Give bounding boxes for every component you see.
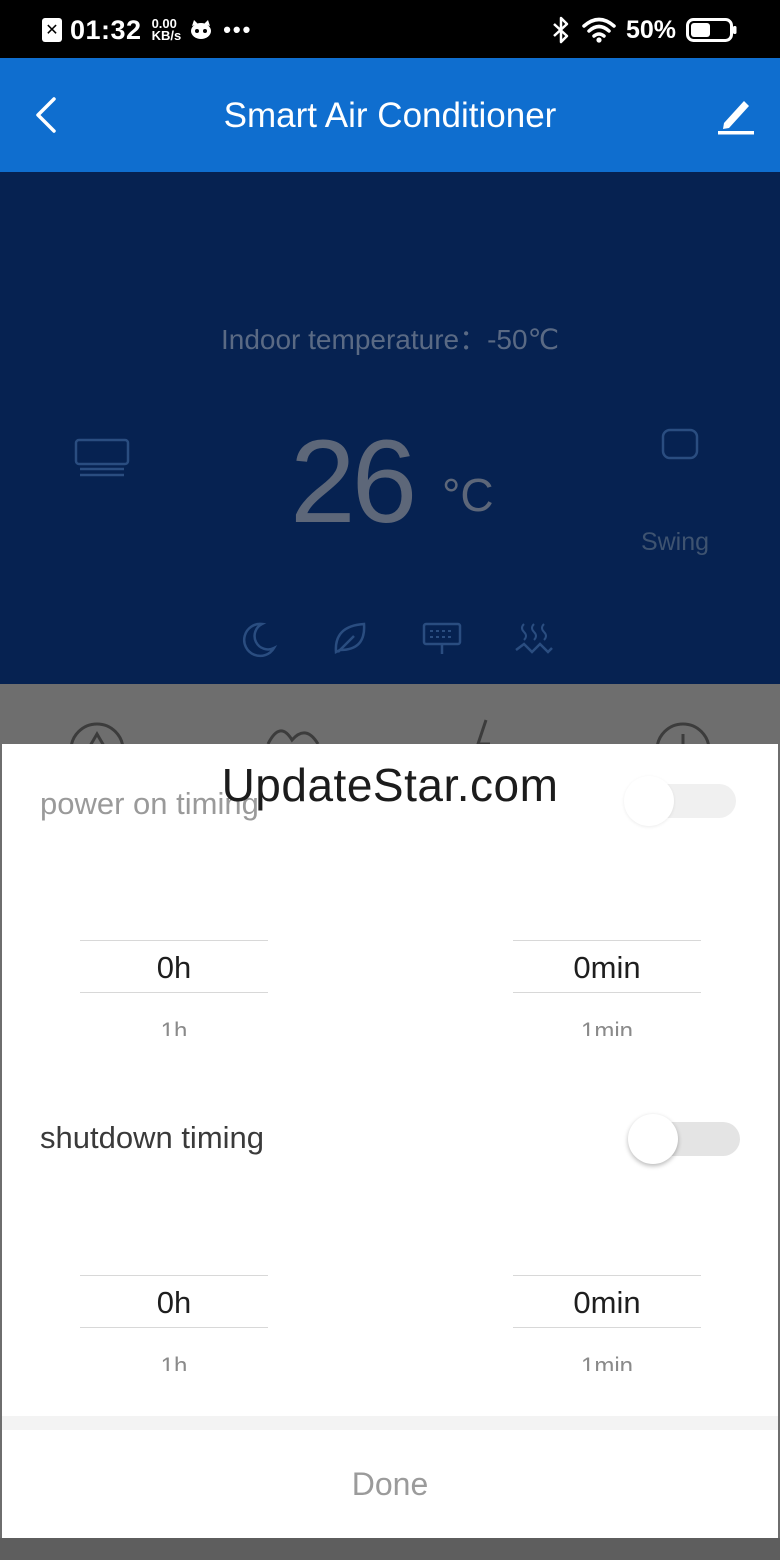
shutdown-hours-picker[interactable]: 0h 1h [80, 1275, 268, 1385]
picker-line-top [513, 1275, 701, 1276]
bluetooth-icon [553, 16, 569, 44]
picker-line-bottom [80, 992, 268, 993]
picker-next-value-clip: 1h [80, 1353, 268, 1371]
wifi-icon [582, 17, 616, 43]
toggle-knob [628, 1114, 678, 1164]
picker-next-value-clip: 1h [80, 1018, 268, 1036]
bottom-strip [0, 1538, 780, 1560]
battery-percent: 50% [625, 15, 676, 44]
indoor-temperature: Indoor temperature：-50℃ [220, 324, 560, 355]
network-speed-unit: KB/s [151, 28, 182, 43]
page-title: Smart Air Conditioner [223, 96, 557, 135]
power-on-minutes-picker[interactable]: 0min 1min [513, 940, 701, 1050]
moon-icon[interactable] [236, 618, 280, 660]
temperature-unit: °C [442, 469, 494, 521]
leaf-icon[interactable] [328, 618, 372, 660]
picker-line-bottom [513, 992, 701, 993]
picker-selected-value: 0h [156, 950, 192, 985]
battery-icon [686, 18, 737, 42]
edit-button[interactable] [714, 92, 758, 138]
partial-control-icons [70, 719, 710, 744]
function-icons-row [236, 618, 556, 660]
more-notifications-icon: ••• [223, 17, 253, 42]
toggle-knob [624, 776, 674, 826]
heat-icon[interactable] [512, 618, 556, 660]
picker-line-top [80, 1275, 268, 1276]
swing-label[interactable]: Swing [620, 528, 730, 557]
picker-selected-value: 0min [573, 1285, 641, 1320]
picker-next-value: 1h [160, 1018, 188, 1036]
picker-selected-value: 0h [156, 1285, 192, 1320]
picker-line-top [80, 940, 268, 941]
pencil-icon [718, 101, 754, 135]
app-bar: Smart Air Conditioner [0, 58, 780, 172]
mode-icon[interactable] [74, 438, 130, 478]
shutdown-timing-toggle[interactable] [628, 1114, 740, 1164]
done-button[interactable]: Done [2, 1430, 778, 1538]
picker-next-value: 1min [580, 1018, 634, 1036]
picker-line-top [513, 940, 701, 941]
swing-icon[interactable] [661, 428, 699, 460]
power-on-timing-toggle[interactable] [624, 776, 736, 826]
picker-line-bottom [80, 1327, 268, 1328]
target-temperature: 26 [290, 416, 417, 548]
app-notification-icon [191, 20, 212, 39]
picker-next-value-clip: 1min [513, 1353, 701, 1371]
shutdown-timing-label: shutdown timing [40, 1120, 265, 1155]
status-right: 50% [550, 12, 738, 48]
ac-control-panel: Indoor temperature：-50℃ 26 °C Swing [0, 172, 780, 684]
clock: 01:32 [70, 14, 142, 45]
shutdown-minutes-picker[interactable]: 0min 1min [513, 1275, 701, 1385]
sheet-divider [2, 1416, 778, 1430]
picker-line-bottom [513, 1327, 701, 1328]
network-speed: 0.00 KB/s [151, 17, 182, 43]
power-on-timing-label: power on timing [40, 786, 259, 821]
power-on-hours-picker[interactable]: 0h 1h [80, 940, 268, 1050]
picker-next-value: 1h [160, 1353, 188, 1371]
timing-sheet: power on timing 0h 1h 0min 1min shutdown… [2, 744, 778, 1538]
picker-next-value-clip: 1min [513, 1018, 701, 1036]
picker-next-value: 1min [580, 1353, 634, 1371]
picker-selected-value: 0min [573, 950, 641, 985]
status-left: ✕ 01:32 0.00 KB/s ••• [42, 12, 252, 48]
status-bar: ✕ 01:32 0.00 KB/s ••• 50% [0, 0, 780, 58]
display-icon[interactable] [420, 618, 464, 660]
notification-icon: ✕ [42, 18, 62, 42]
